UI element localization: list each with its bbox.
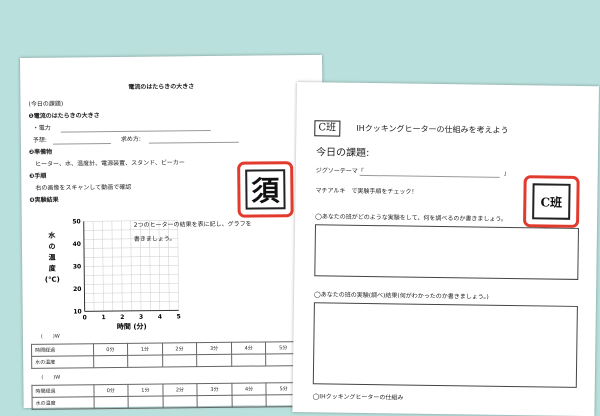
- left-sheet-title: 電流のはたらきの大きさ: [128, 83, 195, 91]
- table-row: 水の温度: [32, 394, 302, 410]
- chart-note-1: 2つのヒーターの結果を表に記し、グラフを: [133, 220, 252, 229]
- question-3: ◯IHクッキングヒーターの仕組み: [312, 393, 404, 402]
- temperature-chart: 10 20 30 40 50 0 1 2 3 4 5 時間 (分) 水の温度 (℃): [45, 218, 181, 331]
- temperature-table-2: 時間経過 0分 1分 2分 3分 4分 5分 水の温度: [31, 382, 302, 410]
- table-row: 水の温度: [31, 353, 301, 369]
- chart-note-2: 書きましょう。: [133, 235, 176, 243]
- table-header-cell: 0分: [92, 343, 128, 356]
- y-axis-label: の: [48, 243, 55, 251]
- today-theme-label: (今日の課題): [28, 100, 64, 108]
- question-2: ◯あなたの班の実験(調べ)結果(何がわかったのか書きましょう。): [313, 291, 489, 301]
- table1-label: ( )W: [40, 333, 60, 340]
- temperature-table-1: 時間経過 0分 1分 2分 3分 4分 5分 水の温度: [31, 341, 301, 369]
- jigsaw-label: ジグソーテーマ「: [315, 167, 364, 175]
- x-tick-label: 3: [139, 314, 143, 321]
- table-header-cell: 2分: [162, 342, 197, 356]
- y-tick-label: 30: [73, 263, 81, 270]
- y-axis-label: 水: [48, 231, 56, 240]
- y-tick-label: 40: [73, 241, 81, 248]
- estimate-line: [52, 143, 111, 145]
- question-1: ◯あなたの班がどのような実験をして、何を調べるのか書きましょう。: [315, 213, 508, 223]
- today-theme: 今日の課題:: [315, 147, 370, 160]
- jigsaw-close: 」: [503, 169, 510, 177]
- x-axis: [84, 309, 179, 312]
- table-input-cell[interactable]: [93, 355, 128, 368]
- y-axis-label: 度: [49, 264, 57, 273]
- table-header-cell: 3分: [196, 342, 232, 355]
- left-worksheet: 電流のはたらきの大きさ (今日の課題) ❶電流のはたらきの大きさ ・電力 予想:…: [20, 54, 326, 410]
- x-tick-label: 0: [83, 314, 87, 321]
- table-input-cell[interactable]: [197, 395, 232, 408]
- power-label: ・電力: [32, 124, 51, 132]
- table2-label: ( )W: [41, 374, 61, 381]
- table-header-cell: 2分: [162, 383, 198, 397]
- table-input-cell[interactable]: [162, 354, 197, 368]
- table-header-cell: 1分: [127, 343, 163, 356]
- x-tick-label: 1: [101, 314, 105, 321]
- table-row-label: 水の温度: [32, 396, 94, 410]
- right-sheet-title: IHクッキングヒーターの仕組みを考えよう: [356, 123, 509, 135]
- y-axis: [83, 221, 86, 312]
- estimate-label: 予想:: [32, 136, 47, 144]
- x-tick-label: 4: [158, 314, 162, 321]
- table-header-cell: 4分: [231, 341, 267, 355]
- team-badge: C班: [314, 120, 341, 137]
- table-header-label: 時間経過: [31, 343, 94, 357]
- x-axis-label: 時間 (分): [117, 322, 147, 331]
- table-input-cell[interactable]: [128, 396, 163, 409]
- y-tick-label: 10: [73, 308, 81, 315]
- answer-box-1[interactable]: [314, 224, 579, 280]
- y-axis-label: 温: [49, 253, 56, 262]
- jigsaw-line: [359, 174, 500, 178]
- right-worksheet: C班 IHクッキングヒーターの仕組みを考えよう 今日の課題: ジグソーテーマ「 …: [292, 82, 599, 416]
- stamp-c-team: C班: [532, 183, 571, 220]
- table-input-cell[interactable]: [196, 354, 232, 367]
- x-tick-label: 5: [177, 313, 181, 320]
- procedure-text: 右の画像をスキャンして動画で確認: [35, 183, 132, 192]
- stamp-su: 須: [245, 169, 286, 210]
- power-line: [60, 130, 211, 133]
- materials-text: ヒーター、水、温度計、電源装置、スタンド、ビーカー: [35, 159, 185, 168]
- table-header-cell: 4分: [231, 382, 267, 396]
- table-header-label: 時間経過: [31, 384, 94, 398]
- theme-heading: ❶電流のはたらきの大きさ: [28, 112, 100, 120]
- target-line: [148, 141, 239, 144]
- table-input-cell[interactable]: [127, 355, 163, 368]
- target-label: 求め方:: [120, 135, 141, 143]
- stamp-frame: 須: [237, 161, 294, 218]
- table-input-cell[interactable]: [231, 353, 267, 367]
- table-header-cell: 3分: [197, 383, 232, 396]
- table-header-cell: 0分: [93, 384, 129, 397]
- stamp-frame-c: C班: [522, 175, 580, 228]
- answer-box-2[interactable]: [312, 302, 578, 388]
- procedure-heading: ❸手順: [29, 172, 47, 180]
- machiaruki-text: マチアルキ で実験手順をチェック！: [315, 187, 418, 196]
- y-tick-label: 50: [72, 218, 80, 225]
- y-tick-label: 20: [73, 286, 81, 293]
- results-heading: ❹実験結果: [29, 196, 59, 204]
- materials-heading: ❷準備物: [28, 148, 53, 156]
- y-axis-label: (℃): [45, 276, 60, 284]
- table-input-cell[interactable]: [231, 394, 267, 408]
- table-input-cell[interactable]: [162, 395, 198, 409]
- table-row-label: 水の温度: [31, 355, 94, 369]
- table-header-cell: 1分: [128, 384, 163, 397]
- x-tick-label: 2: [120, 314, 124, 321]
- table-input-cell[interactable]: [93, 396, 129, 409]
